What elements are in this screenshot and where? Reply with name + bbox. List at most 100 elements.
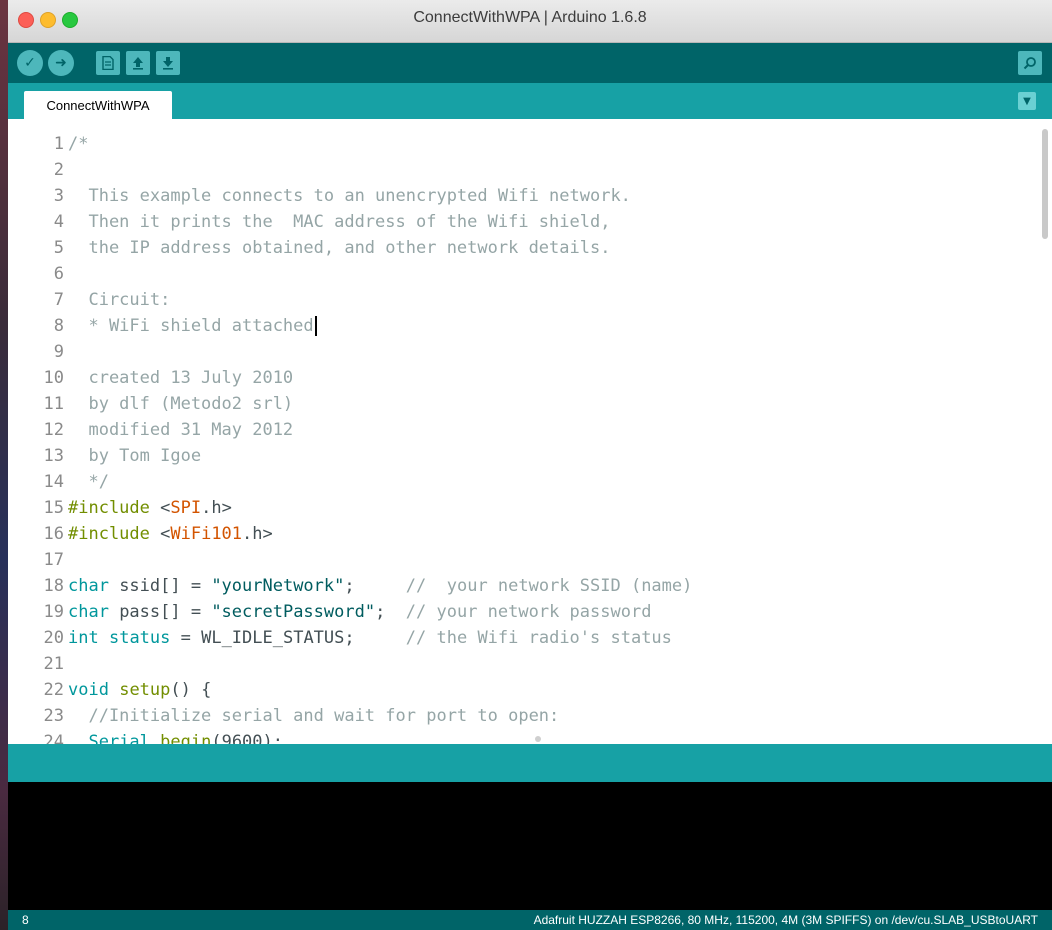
- code-line[interactable]: 11 by dlf (Metodo2 srl): [8, 391, 1038, 417]
- code-line[interactable]: 15 #include <SPI.h>: [8, 495, 1038, 521]
- vertical-scrollbar[interactable]: [1042, 129, 1048, 239]
- code-token: status: [108, 628, 171, 648]
- code-line[interactable]: 16 #include <WiFi101.h>: [8, 521, 1038, 547]
- code-line[interactable]: 20 int status = WL_IDLE_STATUS; // the Wi…: [8, 625, 1038, 651]
- tab-menu-button[interactable]: ▼: [1018, 92, 1036, 110]
- code-line[interactable]: 10 created 13 July 2010: [8, 365, 1038, 391]
- document-icon: [102, 56, 114, 70]
- console-output[interactable]: [8, 782, 1052, 910]
- tab-bar: ConnectWithWPA ▼: [8, 83, 1052, 119]
- status-bar: 8 Adafruit HUZZAH ESP8266, 80 MHz, 11520…: [8, 910, 1052, 930]
- code-token: by dlf (Metodo2 srl): [68, 394, 294, 414]
- save-sketch-button[interactable]: [156, 51, 180, 75]
- line-number: 7: [53, 290, 64, 310]
- code-token: "yourNetwork": [211, 576, 345, 596]
- code-token: the IP address obtained, and other netwo…: [68, 238, 611, 258]
- arrow-down-icon: [163, 57, 173, 70]
- code-token: Circuit:: [68, 290, 171, 310]
- code-token: = WL_IDLE_STATUS;: [170, 628, 406, 648]
- code-token: char: [68, 576, 109, 596]
- line-number: 16: [43, 524, 64, 544]
- line-number: 21: [43, 654, 64, 674]
- code-token: #include: [68, 524, 161, 544]
- code-line[interactable]: 2: [8, 157, 1038, 183]
- code-token: // the Wifi radio's status: [405, 628, 672, 648]
- code-line[interactable]: 5 the IP address obtained, and other net…: [8, 235, 1038, 261]
- line-number: 10: [43, 368, 64, 388]
- code-line[interactable]: 12 modified 31 May 2012: [8, 417, 1038, 443]
- triangle-down-icon: ▼: [1023, 95, 1031, 107]
- code-token: created 13 July 2010: [68, 368, 294, 388]
- code-line[interactable]: 6: [8, 261, 1038, 287]
- code-token: // your network password: [405, 602, 652, 622]
- verify-button[interactable]: ✓: [17, 50, 43, 76]
- code-line[interactable]: 24 Serial.begin(9600);: [8, 729, 1038, 744]
- toolbar: ✓ ➜: [8, 43, 1052, 83]
- code-line[interactable]: 9: [8, 339, 1038, 365]
- code-line[interactable]: 21: [8, 651, 1038, 677]
- code-token: <: [160, 524, 171, 544]
- code-token: .: [149, 732, 161, 744]
- code-line[interactable]: 4 Then it prints the MAC address of the …: [8, 209, 1038, 235]
- code-line[interactable]: 23 //Initialize serial and wait for port…: [8, 703, 1038, 729]
- code-token: ;: [344, 576, 406, 596]
- new-sketch-button[interactable]: [96, 51, 120, 75]
- code-line[interactable]: 17: [8, 547, 1038, 573]
- tab-connectwithwpa[interactable]: ConnectWithWPA: [24, 91, 172, 119]
- line-number: 9: [53, 342, 64, 362]
- line-number: 4: [53, 212, 64, 232]
- code-token: Then it prints the MAC address of the Wi…: [68, 212, 611, 232]
- code-token: int: [68, 628, 99, 648]
- code-line[interactable]: 18 char ssid[] = "yourNetwork"; // your n…: [8, 573, 1038, 599]
- arduino-ide-window: ConnectWithWPA | Arduino 1.6.8 ✓ ➜ Conne…: [8, 0, 1052, 930]
- code-line[interactable]: 19 char pass[] = "secretPassword"; // you…: [8, 599, 1038, 625]
- arrow-right-icon: ➜: [55, 55, 67, 71]
- line-number: 8: [53, 316, 64, 336]
- line-number: 20: [43, 628, 64, 648]
- code-token: .h>: [242, 524, 273, 544]
- line-number: 18: [43, 576, 64, 596]
- code-line[interactable]: 8 * WiFi shield attached: [8, 313, 1038, 339]
- serial-monitor-button[interactable]: [1018, 51, 1042, 75]
- line-number: 19: [43, 602, 64, 622]
- code-line[interactable]: 14 */: [8, 469, 1038, 495]
- code-token: //Initialize serial and wait for port to…: [68, 706, 560, 726]
- code-line[interactable]: 22 void setup() {: [8, 677, 1038, 703]
- title-bar: ConnectWithWPA | Arduino 1.6.8: [8, 0, 1052, 43]
- code-token: // your network SSID (name): [405, 576, 693, 596]
- line-number: 11: [43, 394, 64, 414]
- message-area: [8, 744, 1052, 782]
- code-line[interactable]: 13 by Tom Igoe: [8, 443, 1038, 469]
- window-title: ConnectWithWPA | Arduino 1.6.8: [413, 9, 647, 26]
- code-line[interactable]: 7 Circuit:: [8, 287, 1038, 313]
- open-sketch-button[interactable]: [126, 51, 150, 75]
- code-token: Serial: [88, 732, 150, 744]
- code-token: .h>: [201, 498, 232, 518]
- line-number: 1: [53, 134, 64, 154]
- line-number: 15: [43, 498, 64, 518]
- code-token: () {: [170, 680, 212, 700]
- upload-button[interactable]: ➜: [48, 50, 74, 76]
- code-token: (9600);: [211, 732, 283, 744]
- line-number: 2: [53, 160, 64, 180]
- code-token: This example connects to an unencrypted …: [68, 186, 631, 206]
- code-token: WiFi101: [170, 524, 243, 544]
- text-cursor: [314, 316, 317, 336]
- code-token: modified 31 May 2012: [68, 420, 294, 440]
- code-editor[interactable]: 1/* 2 3 This example connects to an unencr…: [8, 119, 1052, 744]
- line-number: 13: [43, 446, 64, 466]
- code-line[interactable]: 1/*: [8, 131, 1038, 157]
- code-token: ;: [375, 602, 406, 622]
- code-line[interactable]: 3 This example connects to an unencrypte…: [8, 183, 1038, 209]
- line-number: 24: [43, 732, 64, 744]
- code-token: by Tom Igoe: [68, 446, 202, 466]
- code-token: #include: [68, 498, 161, 518]
- code-token: /*: [68, 134, 89, 154]
- code-token: * WiFi shield attached: [68, 316, 314, 336]
- line-number: 5: [53, 238, 64, 258]
- code-token: <: [160, 498, 171, 518]
- line-number: 14: [43, 472, 64, 492]
- code-token: "secretPassword": [211, 602, 376, 622]
- checkmark-icon: ✓: [24, 55, 36, 71]
